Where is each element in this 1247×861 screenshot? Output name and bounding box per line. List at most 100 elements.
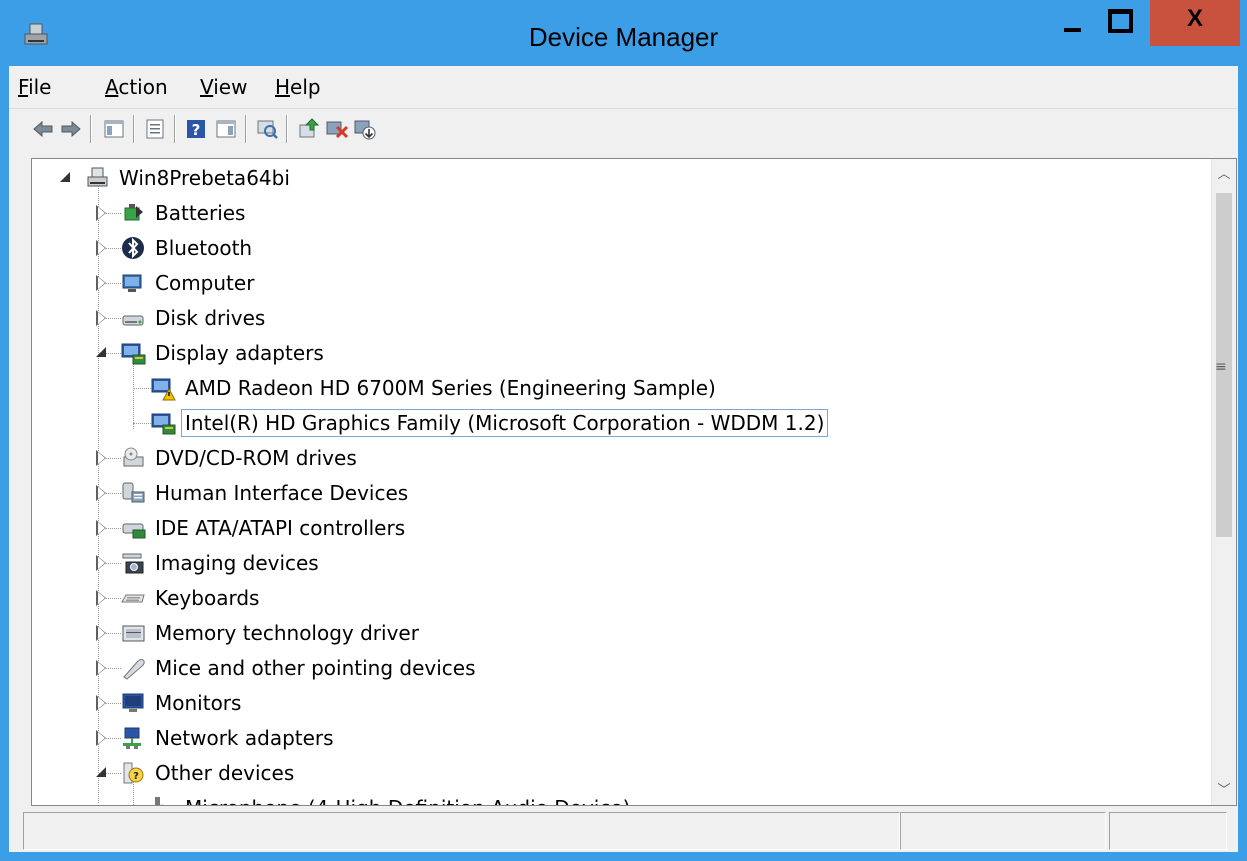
maximize-button[interactable] <box>1096 0 1144 46</box>
minimize-button[interactable] <box>1052 0 1092 46</box>
tree-device[interactable]: AMD Radeon HD 6700M Series (Engineering … <box>128 372 720 404</box>
tree-category-other-devices[interactable]: ? Other devices <box>94 757 298 789</box>
disk-drive-icon <box>122 315 144 326</box>
display-adapter-warning-icon <box>151 378 176 401</box>
tree-category-human-interface-devices[interactable]: Human Interface Devices <box>94 477 412 509</box>
tree-category-batteries[interactable]: Batteries <box>94 197 249 229</box>
tree-item-label: Memory technology driver <box>155 621 419 645</box>
update-driver-icon[interactable] <box>296 117 320 141</box>
tree-category-imaging-devices[interactable]: Imaging devices <box>94 547 323 579</box>
tree-item-label: Human Interface Devices <box>155 481 409 505</box>
menu-file[interactable]: File <box>18 75 51 99</box>
toolbar: ? <box>9 109 1238 151</box>
properties-icon[interactable] <box>143 117 167 141</box>
svg-text:?: ? <box>133 771 139 782</box>
tree-category-computer[interactable]: Computer <box>94 267 258 299</box>
tree-item-label: IDE ATA/ATAPI controllers <box>155 516 406 540</box>
scrollbar-grip-icon: ≡ <box>1215 359 1227 375</box>
mouse-icon <box>123 659 145 680</box>
back-icon[interactable] <box>31 117 55 141</box>
collapse-arrow-icon[interactable] <box>58 171 72 185</box>
tree-item-label: Keyboards <box>155 586 260 610</box>
expand-arrow-icon[interactable] <box>94 625 108 641</box>
show-hide-console-tree-icon[interactable] <box>102 117 126 141</box>
hid-icon <box>122 482 145 503</box>
display-adapter-icon <box>151 413 176 435</box>
status-pane-3 <box>1109 812 1227 850</box>
tree-category-memory-technology-driver[interactable]: Memory technology driver <box>94 617 423 649</box>
menu-help[interactable]: Help <box>275 75 321 99</box>
tree-category-mice-and-other-pointing-devices[interactable]: Mice and other pointing devices <box>94 652 480 684</box>
menu-action[interactable]: Action <box>105 75 168 99</box>
collapse-arrow-icon[interactable] <box>94 346 108 360</box>
collapse-arrow-icon[interactable] <box>94 766 108 780</box>
toolbar-separator <box>174 115 176 143</box>
help-icon[interactable]: ? <box>184 117 208 141</box>
tree-category-keyboards[interactable]: Keyboards <box>94 582 263 614</box>
unknown-device-icon: ? <box>123 762 144 784</box>
menu-bar: File Action View Help <box>9 66 1238 109</box>
tree-category-dvd-cd-rom-drives[interactable]: DVD/CD-ROM drives <box>94 442 361 474</box>
expand-arrow-icon[interactable] <box>94 275 108 291</box>
device-tree-panel[interactable]: Win8Prebeta64bi Batteries Bluetooth Comput… <box>31 158 1237 806</box>
tree-category-network-adapters[interactable]: Network adapters <box>94 722 338 754</box>
disable-device-icon[interactable] <box>353 117 377 141</box>
tree-item-label: Display adapters <box>155 341 324 365</box>
uninstall-icon[interactable] <box>325 117 349 141</box>
vertical-scrollbar[interactable]: ︿ ≡ ﹀ <box>1211 159 1236 805</box>
tree-item-label: AMD Radeon HD 6700M Series (Engineering … <box>185 376 716 400</box>
expand-arrow-icon[interactable] <box>94 450 108 466</box>
expand-arrow-icon[interactable] <box>94 730 108 746</box>
toolbar-separator <box>245 115 247 143</box>
unknown-device-warning-icon <box>155 797 163 805</box>
monitor-icon <box>122 693 144 712</box>
tree-category-disk-drives[interactable]: Disk drives <box>94 302 269 334</box>
expand-arrow-icon[interactable] <box>94 590 108 606</box>
tree-item-label: Imaging devices <box>155 551 319 575</box>
scan-hardware-icon[interactable] <box>255 117 279 141</box>
expand-arrow-icon[interactable] <box>94 520 108 536</box>
tree-root[interactable]: Win8Prebeta64bi <box>58 162 294 194</box>
expand-arrow-icon[interactable] <box>94 205 108 221</box>
tree-item-label: DVD/CD-ROM drives <box>155 446 357 470</box>
network-adapter-icon <box>123 727 141 749</box>
device-tree[interactable]: Win8Prebeta64bi Batteries Bluetooth Comput… <box>32 159 1212 805</box>
expand-arrow-icon[interactable] <box>94 310 108 326</box>
svg-text:?: ? <box>192 121 201 139</box>
status-pane-main <box>23 812 900 850</box>
computer-icon <box>122 274 142 292</box>
tree-item-label: Disk drives <box>155 306 266 330</box>
tree-item-label: Network adapters <box>155 726 334 750</box>
status-bar <box>9 810 1238 852</box>
expand-arrow-icon[interactable] <box>94 695 108 711</box>
tree-category-monitors[interactable]: Monitors <box>94 687 245 719</box>
scroll-down-icon[interactable]: ﹀ <box>1212 779 1236 803</box>
status-pane-2 <box>900 812 1106 850</box>
tree-category-display-adapters[interactable]: Display adapters <box>94 337 328 369</box>
close-button[interactable]: X <box>1150 0 1240 46</box>
expand-arrow-icon[interactable] <box>94 660 108 676</box>
menu-view[interactable]: View <box>200 75 247 99</box>
tree-category-ide-ata-atapi-controllers[interactable]: IDE ATA/ATAPI controllers <box>94 512 409 544</box>
tree-item-label: Computer <box>155 271 255 295</box>
tree-item-label: Mice and other pointing devices <box>155 656 476 680</box>
memory-icon <box>122 625 145 642</box>
toolbar-separator <box>90 115 92 143</box>
show-hide-action-pane-icon[interactable] <box>214 117 238 141</box>
expand-arrow-icon[interactable] <box>94 555 108 571</box>
tree-device[interactable]: Microphone (4-High Definition Audio Devi… <box>128 792 634 805</box>
scroll-up-icon[interactable]: ︿ <box>1212 163 1236 187</box>
tree-category-bluetooth[interactable]: Bluetooth <box>94 232 256 264</box>
ide-controller-icon <box>122 523 146 539</box>
expand-arrow-icon[interactable] <box>94 240 108 256</box>
tree-item-label: Bluetooth <box>155 236 253 260</box>
title-bar[interactable]: Device Manager X <box>0 0 1247 74</box>
tree-item-label: Other devices <box>155 761 295 785</box>
expand-arrow-icon[interactable] <box>94 485 108 501</box>
keyboard-icon <box>121 594 145 603</box>
toolbar-separator <box>286 115 288 143</box>
tree-device[interactable]: Intel(R) HD Graphics Family (Microsoft C… <box>128 407 829 439</box>
forward-icon[interactable] <box>59 117 83 141</box>
dvd-drive-icon <box>123 447 144 467</box>
tree-item-label: Monitors <box>155 691 242 715</box>
